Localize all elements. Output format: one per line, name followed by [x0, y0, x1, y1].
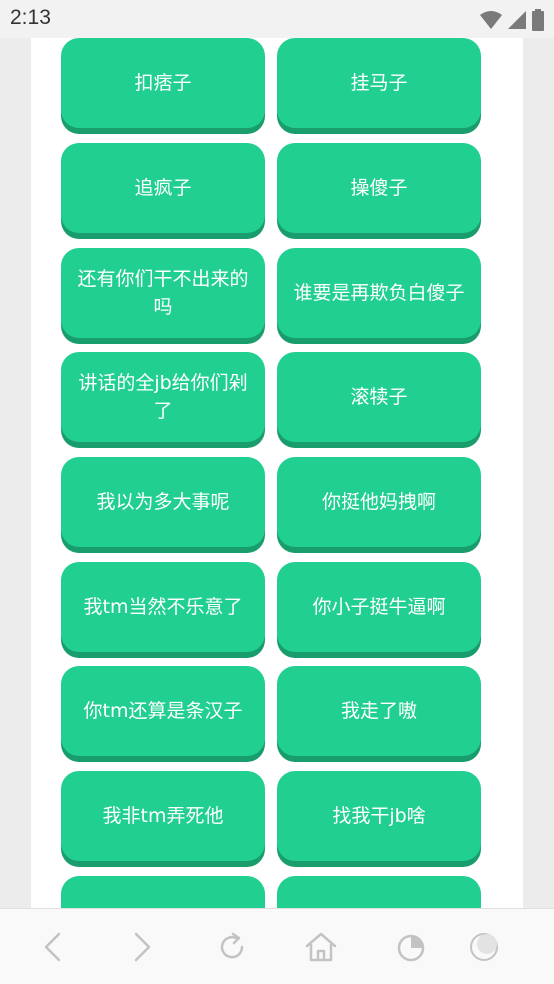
sound-button[interactable]: 挂马子: [277, 38, 481, 128]
sound-button[interactable]: 你小子挺牛逼啊: [277, 562, 481, 652]
sound-button[interactable]: 我以为多大事呢: [61, 457, 265, 547]
tabs-icon[interactable]: [393, 929, 429, 965]
refresh-icon[interactable]: [214, 929, 250, 965]
page-margin-left: [0, 38, 31, 908]
sound-button[interactable]: 讲话的全jb给你们剁了: [61, 352, 265, 442]
menu-icon[interactable]: [466, 929, 502, 965]
browser-toolbar: [0, 908, 554, 984]
sound-button[interactable]: [61, 876, 265, 908]
sound-button[interactable]: 我非tm弄死他: [61, 771, 265, 861]
sound-button[interactable]: 我tm当然不乐意了: [61, 562, 265, 652]
sound-button[interactable]: 滚犊子: [277, 352, 481, 442]
sound-button[interactable]: 谁要是再欺负白傻子: [277, 248, 481, 338]
sound-button[interactable]: 扣痞子: [61, 38, 265, 128]
battery-icon: [532, 9, 544, 31]
page-margin-right: [523, 38, 554, 908]
sound-button[interactable]: 你挺他妈拽啊: [277, 457, 481, 547]
status-bar: 2:13: [0, 0, 554, 38]
forward-icon[interactable]: [124, 929, 160, 965]
home-icon[interactable]: [303, 929, 339, 965]
status-time: 2:13: [10, 6, 51, 29]
status-icons: [480, 9, 544, 31]
wifi-icon: [480, 11, 502, 29]
signal-icon: [508, 11, 526, 29]
sound-button[interactable]: [277, 876, 481, 908]
sound-button[interactable]: 操傻子: [277, 143, 481, 233]
web-content[interactable]: 扣痞子 挂马子 追疯子 操傻子 还有你们干不出来的吗 谁要是再欺负白傻子 讲话的…: [31, 38, 523, 908]
back-icon[interactable]: [35, 929, 71, 965]
sound-button[interactable]: 追疯子: [61, 143, 265, 233]
sound-button[interactable]: 我走了嗷: [277, 666, 481, 756]
sound-button[interactable]: 找我干jb啥: [277, 771, 481, 861]
sound-button[interactable]: 你tm还算是条汉子: [61, 666, 265, 756]
sound-button[interactable]: 还有你们干不出来的吗: [61, 248, 265, 338]
